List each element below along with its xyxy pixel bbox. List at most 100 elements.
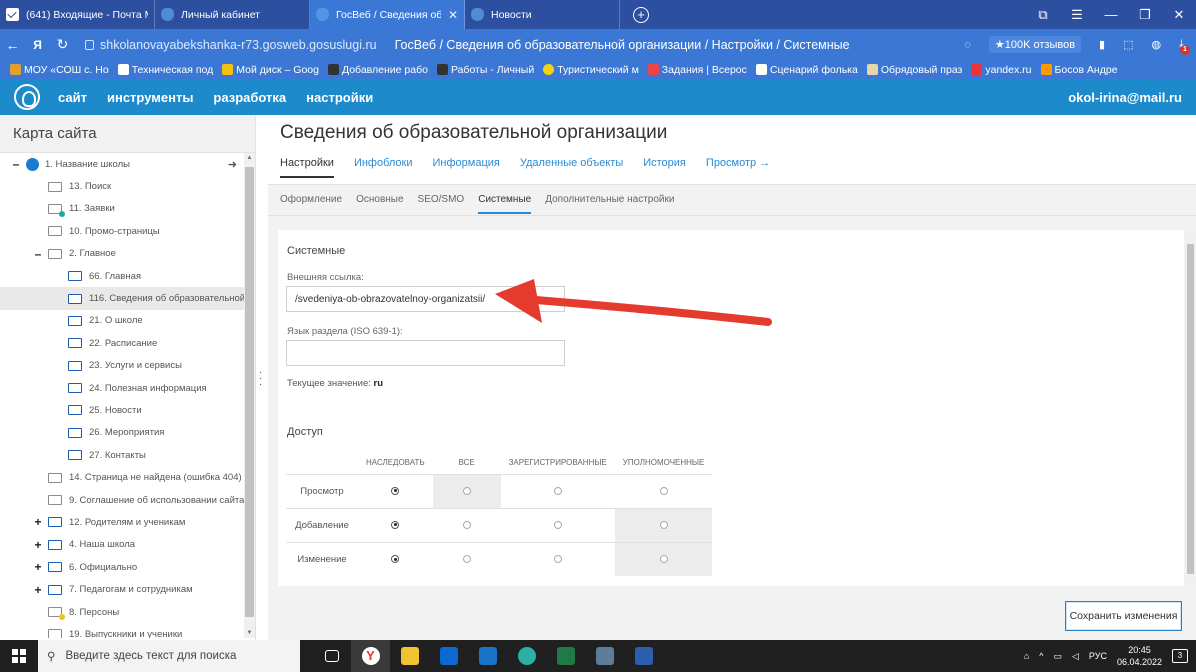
- scroll-thumb[interactable]: [245, 167, 254, 617]
- access-radio[interactable]: [553, 520, 562, 529]
- sidebar-scrollbar[interactable]: ▲ ▼: [244, 153, 255, 638]
- subtab-design[interactable]: Оформление: [280, 194, 342, 214]
- menu-development[interactable]: разработка: [213, 90, 286, 105]
- bookmark-item[interactable]: Задания | Всерос: [647, 64, 747, 76]
- download-icon[interactable]: ⤓ 1: [1179, 38, 1190, 55]
- sidebar-item[interactable]: 21. О школе: [0, 310, 255, 332]
- bookmark-item[interactable]: Сценарий фолька: [755, 64, 858, 76]
- access-radio[interactable]: [553, 555, 562, 564]
- bookmark-item[interactable]: Туристический м: [543, 64, 639, 76]
- notifications-icon[interactable]: 3: [1172, 649, 1188, 663]
- reload-icon[interactable]: ↻: [50, 36, 75, 53]
- bookmark-item[interactable]: yandex.ru: [971, 64, 1032, 76]
- access-radio[interactable]: [391, 520, 400, 529]
- bookmark-item[interactable]: Техническая под: [117, 64, 213, 76]
- scroll-thumb[interactable]: [1187, 244, 1194, 574]
- menu-icon[interactable]: ☰: [1060, 0, 1094, 29]
- sidebar-item[interactable]: +6. Официально: [0, 556, 255, 578]
- main-scrollbar[interactable]: [1185, 230, 1196, 586]
- excel-icon[interactable]: [546, 640, 585, 672]
- yandex-logo-icon[interactable]: Я: [25, 38, 50, 52]
- close-tab-icon[interactable]: ✕: [448, 8, 458, 22]
- scroll-down-icon[interactable]: ▼: [244, 630, 255, 636]
- mail-app-icon[interactable]: [468, 640, 507, 672]
- sidebar-item[interactable]: 10. Промо-страницы: [0, 220, 255, 242]
- browser-tab-news[interactable]: Новости: [465, 0, 620, 29]
- access-radio[interactable]: [462, 486, 471, 495]
- menu-site[interactable]: сайт: [58, 90, 87, 105]
- sidebar-item[interactable]: – 2. Главное: [0, 243, 255, 265]
- chevron-up-icon[interactable]: ^: [1039, 651, 1043, 661]
- expand-icon[interactable]: +: [32, 538, 44, 552]
- access-radio[interactable]: [462, 520, 471, 529]
- collapse-icon[interactable]: –: [10, 157, 22, 171]
- subtab-additional[interactable]: Дополнительные настройки: [545, 194, 674, 214]
- sidebar-item[interactable]: 11. Заявки: [0, 198, 255, 220]
- expand-icon[interactable]: +: [32, 515, 44, 529]
- collapse-icon[interactable]: –: [32, 247, 44, 261]
- close-window-icon[interactable]: ✕: [1162, 0, 1196, 29]
- go-arrow-icon[interactable]: ➜: [228, 158, 237, 171]
- menu-settings[interactable]: настройки: [306, 90, 373, 105]
- extensions-icon[interactable]: ⬚: [1123, 38, 1133, 51]
- yandex-browser-icon[interactable]: Y: [351, 640, 390, 672]
- browser-tab-cabinet[interactable]: Личный кабинет: [155, 0, 310, 29]
- sidebar-item[interactable]: 13. Поиск: [0, 175, 255, 197]
- network-icon[interactable]: ▭: [1053, 651, 1062, 662]
- tab-information[interactable]: Информация: [433, 157, 500, 178]
- tab-deleted-objects[interactable]: Удаленные объекты: [520, 157, 623, 178]
- sidebar-item[interactable]: 14. Страница не найдена (ошибка 404): [0, 466, 255, 488]
- sidebar-item[interactable]: 26. Мероприятия: [0, 422, 255, 444]
- tab-preview[interactable]: Просмотр →: [706, 157, 770, 178]
- save-button[interactable]: Сохранить изменения: [1065, 601, 1182, 631]
- start-button[interactable]: [0, 649, 38, 663]
- sidebar-item[interactable]: 24. Полезная информация: [0, 377, 255, 399]
- tabs-overview-icon[interactable]: ⧉: [1026, 0, 1060, 29]
- person-icon[interactable]: ⌂: [1024, 651, 1029, 661]
- explorer-icon[interactable]: [390, 640, 429, 672]
- access-radio[interactable]: [391, 555, 400, 564]
- bookmark-item[interactable]: Босов Андре: [1040, 64, 1118, 76]
- taskbar-search[interactable]: ⚲ Введите здесь текст для поиска: [38, 640, 300, 672]
- browser-tab-gosweb[interactable]: ГосВеб / Сведения об образовательной орг…: [310, 0, 465, 29]
- presentation-icon[interactable]: [585, 640, 624, 672]
- sidebar-item[interactable]: 9. Соглашение об использовании сайта: [0, 489, 255, 511]
- tab-history[interactable]: История: [643, 157, 686, 178]
- access-radio[interactable]: [462, 555, 471, 564]
- user-email[interactable]: okol-irina@mail.ru: [1068, 90, 1182, 105]
- minimize-icon[interactable]: —: [1094, 0, 1128, 29]
- edge-icon[interactable]: [507, 640, 546, 672]
- volume-icon[interactable]: ◁: [1072, 651, 1079, 662]
- access-radio[interactable]: [659, 555, 668, 564]
- tab-settings[interactable]: Настройки: [280, 157, 334, 178]
- subtab-main[interactable]: Основные: [356, 194, 403, 214]
- sidebar-item[interactable]: 66. Главная: [0, 265, 255, 287]
- subtab-system[interactable]: Системные: [478, 194, 532, 214]
- reviews-badge[interactable]: ★100K отзывов: [988, 36, 1082, 53]
- bookmark-item[interactable]: Обрядовый праз: [866, 64, 962, 76]
- sidebar-item[interactable]: 22. Расписание: [0, 332, 255, 354]
- bookmark-icon[interactable]: ▮: [1099, 38, 1105, 51]
- task-view-icon[interactable]: [312, 640, 351, 672]
- menu-tools[interactable]: инструменты: [107, 90, 193, 105]
- scroll-up-icon[interactable]: ▲: [244, 155, 255, 161]
- protect-icon[interactable]: ◍: [1152, 38, 1162, 51]
- back-arrow-icon[interactable]: ←: [0, 37, 25, 53]
- sidebar-item[interactable]: 25. Новости: [0, 399, 255, 421]
- sidebar-item[interactable]: +12. Родителям и ученикам: [0, 511, 255, 533]
- clock[interactable]: 20:45 06.04.2022: [1117, 644, 1162, 668]
- access-radio[interactable]: [659, 486, 668, 495]
- expand-icon[interactable]: +: [32, 583, 44, 597]
- sidebar-item[interactable]: 8. Персоны: [0, 601, 255, 623]
- sidebar-item[interactable]: 23. Услуги и сервисы: [0, 355, 255, 377]
- subtab-seo[interactable]: SEO/SMO: [418, 194, 465, 214]
- sidebar-item[interactable]: 19. Выпускники и ученики: [0, 623, 255, 638]
- sidebar-item[interactable]: +7. Педагогам и сотрудникам: [0, 578, 255, 600]
- chat-icon[interactable]: ◌: [964, 39, 971, 51]
- access-radio[interactable]: [391, 486, 400, 495]
- access-radio[interactable]: [553, 486, 562, 495]
- access-radio[interactable]: [659, 520, 668, 529]
- gerb-emblem-icon[interactable]: [14, 84, 40, 110]
- sidebar-item[interactable]: 116. Сведения об образовательной организ…: [0, 287, 255, 310]
- splitter-handle[interactable]: · · ·: [259, 368, 263, 390]
